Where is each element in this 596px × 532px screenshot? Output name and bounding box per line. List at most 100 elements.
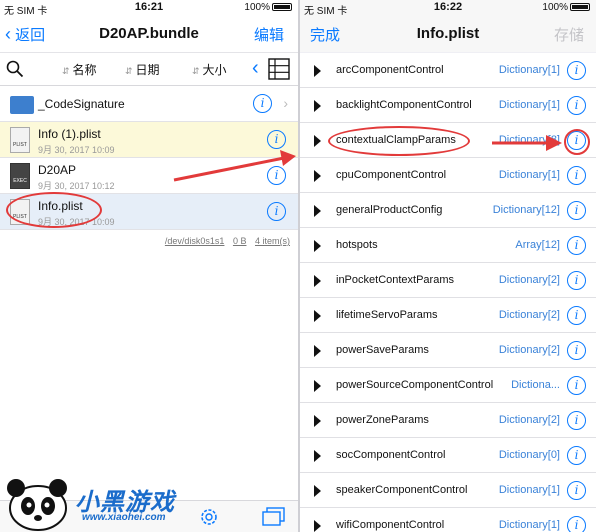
expand-triangle-icon[interactable]	[314, 135, 321, 147]
table-row[interactable]: speakerComponentControl Dictionary[1] i	[300, 473, 596, 508]
windows-icon[interactable]	[262, 507, 286, 527]
info-icon[interactable]: i	[567, 166, 586, 185]
sort-arrows-icon: ⇵	[192, 66, 200, 76]
plist-type: Dictionary[1]	[498, 519, 560, 531]
plist-key: powerZoneParams	[336, 414, 429, 426]
plist-type: Dictionary[1]	[498, 169, 560, 181]
navigation-bar: 完成 Info.plist 存储	[300, 16, 596, 52]
info-icon[interactable]: i	[267, 166, 286, 185]
file-name: _CodeSignature	[38, 97, 125, 111]
plist-key: arcComponentControl	[336, 64, 444, 76]
table-row[interactable]: powerSourceComponentControl Dictiona... i	[300, 368, 596, 403]
panda-mascot-icon	[7, 479, 67, 531]
plist-key: wifiComponentControl	[336, 519, 445, 531]
plist-key: generalProductConfig	[336, 204, 443, 216]
info-icon[interactable]: i	[567, 481, 586, 500]
watermark-logo: 小黑游戏 www.xiaohei.com	[0, 472, 200, 532]
path-size[interactable]: 0 B	[233, 236, 247, 246]
info-icon[interactable]: i	[253, 94, 272, 113]
watermark-url: www.xiaohei.com	[82, 512, 166, 523]
plist-key: powerSaveParams	[336, 344, 429, 356]
info-icon[interactable]: i	[567, 376, 586, 395]
info-icon[interactable]: i	[567, 61, 586, 80]
search-icon[interactable]	[6, 60, 24, 78]
table-row[interactable]: backlightComponentControl Dictionary[1] i	[300, 88, 596, 123]
info-icon[interactable]: i	[567, 236, 586, 255]
plist-type: Dictionary[1]	[498, 99, 560, 111]
list-view-icon[interactable]	[268, 58, 290, 80]
plist-type: Dictionary[8]	[498, 134, 560, 146]
list-item[interactable]: EXEC D20AP 9月 30, 2017 10:12 i	[0, 158, 298, 194]
table-row[interactable]: cpuComponentControl Dictionary[1] i	[300, 158, 596, 193]
plist-key: socComponentControl	[336, 449, 446, 461]
plist-type: Dictionary[12]	[492, 204, 560, 216]
info-icon[interactable]: i	[267, 202, 286, 221]
annotation-circle	[564, 129, 590, 155]
expand-triangle-icon[interactable]	[314, 520, 321, 532]
expand-triangle-icon[interactable]	[314, 345, 321, 357]
plist-type: Dictionary[2]	[498, 414, 560, 426]
battery-indicator: 100%	[244, 2, 292, 13]
expand-triangle-icon[interactable]	[314, 310, 321, 322]
expand-triangle-icon[interactable]	[314, 100, 321, 112]
expand-triangle-icon[interactable]	[314, 65, 321, 77]
info-icon[interactable]: i	[567, 271, 586, 290]
folder-icon	[10, 96, 34, 114]
status-bar: 无 SIM 卡 16:22 100%	[300, 0, 596, 17]
table-row[interactable]: wifiComponentControl Dictionary[1] i	[300, 508, 596, 532]
plist-key: hotspots	[336, 239, 378, 251]
sort-by-size[interactable]: ⇵ 大小	[192, 61, 227, 78]
info-icon[interactable]: i	[267, 130, 286, 149]
battery-indicator: 100%	[542, 2, 590, 13]
sort-by-name[interactable]: ⇵ 名称	[62, 61, 97, 78]
info-icon[interactable]: i	[567, 446, 586, 465]
plist-type: Dictionary[2]	[498, 309, 560, 321]
table-row[interactable]: arcComponentControl Dictionary[1] i	[300, 53, 596, 88]
expand-triangle-icon[interactable]	[314, 170, 321, 182]
expand-triangle-icon[interactable]	[314, 275, 321, 287]
plist-type: Array[12]	[515, 239, 560, 251]
plist-type: Dictionary[2]	[498, 274, 560, 286]
info-icon[interactable]: i	[567, 516, 586, 532]
table-row[interactable]: generalProductConfig Dictionary[12] i	[300, 193, 596, 228]
info-icon[interactable]: i	[567, 411, 586, 430]
table-row[interactable]: powerZoneParams Dictionary[2] i	[300, 403, 596, 438]
expand-triangle-icon[interactable]	[314, 240, 321, 252]
path-dir[interactable]: /dev/disk0s1s1	[165, 236, 225, 246]
table-row[interactable]: powerSaveParams Dictionary[2] i	[300, 333, 596, 368]
info-icon[interactable]: i	[567, 306, 586, 325]
battery-label: 100%	[542, 2, 568, 13]
gear-icon[interactable]	[198, 506, 220, 528]
edit-button[interactable]: 编辑	[254, 24, 284, 45]
save-button[interactable]: 存储	[554, 24, 584, 45]
plist-type: Dictiona...	[511, 379, 560, 391]
table-row[interactable]: hotspots Array[12] i	[300, 228, 596, 263]
chevron-right-icon: ›	[283, 95, 288, 111]
table-row[interactable]: lifetimeServoParams Dictionary[2] i	[300, 298, 596, 333]
plist-editor-pane: 无 SIM 卡 16:22 100% 完成 Info.plist 存储 arcC…	[300, 0, 596, 532]
list-item[interactable]: PLIST Info (1).plist 9月 30, 2017 10:09 i	[0, 122, 298, 158]
plist-key: speakerComponentControl	[336, 484, 468, 496]
battery-icon	[272, 3, 292, 11]
expand-triangle-icon[interactable]	[314, 415, 321, 427]
chevron-left-icon[interactable]: ‹	[252, 57, 259, 80]
file-date: 9月 30, 2017 10:09	[38, 145, 115, 155]
file-name: Info (1).plist	[38, 127, 101, 141]
info-icon[interactable]: i	[567, 341, 586, 360]
info-icon[interactable]: i	[567, 201, 586, 220]
info-icon[interactable]: i	[567, 96, 586, 115]
expand-triangle-icon[interactable]	[314, 450, 321, 462]
expand-triangle-icon[interactable]	[314, 205, 321, 217]
list-item[interactable]: _CodeSignature i ›	[0, 86, 298, 122]
annotation-circle	[6, 192, 102, 228]
sort-size-label: 大小	[202, 63, 227, 77]
table-row[interactable]: socComponentControl Dictionary[0] i	[300, 438, 596, 473]
file-browser-pane: 无 SIM 卡 16:21 100% ‹ 返回 D20AP.bundle 编辑 …	[0, 0, 298, 532]
expand-triangle-icon[interactable]	[314, 485, 321, 497]
table-row[interactable]: inPocketContextParams Dictionary[2] i	[300, 263, 596, 298]
status-bar: 无 SIM 卡 16:21 100%	[0, 0, 298, 17]
path-count[interactable]: 4 item(s)	[255, 236, 290, 246]
sort-by-date[interactable]: ⇵ 日期	[125, 61, 160, 78]
expand-triangle-icon[interactable]	[314, 380, 321, 392]
battery-label: 100%	[244, 2, 270, 13]
